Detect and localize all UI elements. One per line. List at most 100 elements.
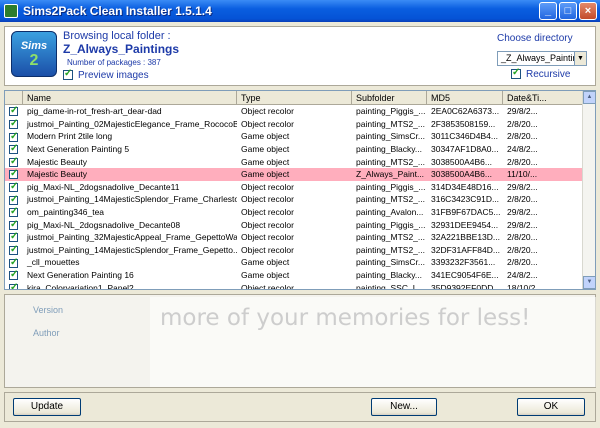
checkbox-icon[interactable] [9, 169, 18, 180]
checkbox-icon[interactable] [9, 144, 18, 155]
table-row[interactable]: kira_Colorvariation1_Panel2 Object recolo… [5, 281, 583, 290]
directory-select[interactable]: _Z_Always_Painting ▼ [497, 51, 587, 66]
cell-md5: 32DF31AFF84D... [431, 244, 500, 255]
checkbox-icon[interactable] [9, 157, 18, 167]
table-row[interactable]: _cll_mouettes Game object painting_SimsCr.… [5, 256, 583, 269]
table-row[interactable]: Next Generation Painting 16 Game object pa… [5, 269, 583, 282]
cell-type: Object recolor [241, 118, 294, 129]
cell-date: 2/8/20... [507, 118, 538, 129]
chevron-down-icon[interactable]: ▼ [574, 52, 586, 65]
checkbox-icon[interactable] [9, 257, 18, 268]
column-header-check[interactable] [5, 91, 23, 105]
cell-md5: 2F3853508159... [431, 118, 496, 129]
new-button[interactable]: New... [371, 398, 437, 416]
scroll-up-icon[interactable]: ▲ [583, 91, 595, 104]
cell-subfolder: painting_MTS2_... [356, 156, 425, 167]
row-checkbox[interactable] [5, 157, 23, 167]
maximize-button[interactable]: □ [559, 2, 577, 20]
row-checkbox[interactable] [5, 194, 23, 205]
checkbox-icon[interactable] [9, 131, 18, 142]
checkbox-icon[interactable] [9, 270, 18, 281]
minimize-button[interactable]: _ [539, 2, 557, 20]
cell-date: 29/8/2... [507, 181, 538, 192]
vertical-scrollbar[interactable]: ▲ ▼ [582, 91, 595, 289]
table-row[interactable]: justmoi_Painting_02MajesticElegance_Fram… [5, 118, 583, 131]
row-checkbox[interactable] [5, 106, 23, 117]
cell-subfolder: painting_MTS2_... [356, 194, 425, 205]
logo-sub: 2 [29, 52, 39, 69]
preview-images-option[interactable]: Preview images [63, 68, 149, 81]
cell-name: pig_dame-in-rot_fresh-art_dear-dad [27, 106, 162, 117]
cell-date: 18/10/2... [507, 282, 543, 290]
cell-name: Next Generation Painting 5 [27, 144, 130, 155]
row-checkbox[interactable] [5, 257, 23, 268]
row-checkbox[interactable] [5, 245, 23, 255]
column-header-date[interactable]: Date&Ti... [503, 91, 583, 105]
table-row[interactable]: Modern Print 2tile long Game object painti… [5, 130, 583, 143]
column-header-md5[interactable]: MD5 [427, 91, 503, 105]
checkbox-icon[interactable] [9, 245, 18, 255]
row-checkbox[interactable] [5, 144, 23, 155]
ok-button[interactable]: OK [517, 398, 585, 416]
checkbox-icon[interactable] [9, 182, 18, 192]
cell-name: pig_Maxi-NL_2dogsnadolive_Decante08 [27, 219, 181, 230]
checkbox-icon[interactable] [9, 106, 18, 117]
table-row[interactable]: justmoi_Painting_14MajesticSplendor_Fram… [5, 244, 583, 257]
row-checkbox[interactable] [5, 169, 23, 180]
checkbox-icon[interactable] [9, 207, 18, 218]
checkbox-icon[interactable] [9, 232, 18, 243]
column-header-subfolder[interactable]: Subfolder [352, 91, 427, 105]
row-checkbox[interactable] [5, 131, 23, 142]
close-button[interactable]: × [579, 2, 597, 20]
cell-date: 2/8/20... [507, 131, 538, 142]
watermark-text: more of your memories for less! [160, 305, 531, 331]
column-header-name[interactable]: Name [23, 91, 237, 105]
cell-type: Object recolor [241, 181, 294, 192]
cell-subfolder: painting_Blacky... [356, 144, 422, 155]
cell-subfolder: painting_MTS2_... [356, 118, 425, 129]
cell-md5: 32931DEE9454... [431, 219, 499, 230]
title-bar: Sims2Pack Clean Installer 1.5.1.4 _ □ × [0, 0, 600, 22]
row-checkbox[interactable] [5, 119, 23, 130]
column-headers: Name Type Subfolder MD5 Date&Ti... [5, 91, 583, 105]
row-checkbox[interactable] [5, 232, 23, 243]
cell-subfolder: painting_Piggis_... [356, 106, 426, 117]
cell-name: om_painting346_tea [27, 207, 105, 218]
cell-type: Object recolor [241, 244, 294, 255]
package-list[interactable]: Name Type Subfolder MD5 Date&Ti... pig_d… [4, 90, 596, 290]
row-checkbox[interactable] [5, 282, 23, 289]
table-row[interactable]: pig_Maxi-NL_2dogsnadolive_Decante08 Objec… [5, 218, 583, 231]
column-header-type[interactable]: Type [237, 91, 352, 105]
version-label: Version [33, 305, 64, 315]
window-title: Sims2Pack Clean Installer 1.5.1.4 [23, 4, 212, 18]
table-row[interactable]: Majestic Beauty Game object Z_Always_Paint… [5, 167, 583, 181]
table-row[interactable]: pig_Maxi-NL_2dogsnadolive_Decante11 Objec… [5, 181, 583, 194]
row-checkbox[interactable] [5, 270, 23, 281]
checkbox-icon[interactable] [9, 194, 18, 205]
preview-images-label: Preview images [78, 70, 149, 81]
row-checkbox[interactable] [5, 207, 23, 218]
table-row[interactable]: justmoi_Painting_14MajesticSplendor_Fram… [5, 193, 583, 206]
table-row[interactable]: pig_dame-in-rot_fresh-art_dear-dad Object… [5, 105, 583, 118]
table-row[interactable]: Majestic Beauty Game object painting_MTS2_… [5, 155, 583, 168]
checkbox-icon[interactable] [9, 220, 18, 230]
cell-type: Game object [241, 144, 290, 155]
row-checkbox[interactable] [5, 220, 23, 230]
recursive-checkbox[interactable] [511, 67, 521, 80]
cell-name: Majestic Beauty [27, 169, 87, 180]
row-checkbox[interactable] [5, 182, 23, 192]
cell-subfolder: painting_Avalon... [356, 207, 424, 218]
cell-md5: 3393232F3561... [431, 257, 496, 268]
table-row[interactable]: om_painting346_tea Object recolor painting… [5, 206, 583, 219]
cell-date: 2/8/20... [507, 232, 538, 243]
cell-name: justmoi_Painting_32MajesticAppeal_Frame_… [27, 232, 237, 243]
preview-images-checkbox[interactable] [63, 68, 73, 81]
folder-name: Z_Always_Paintings [63, 42, 180, 56]
table-row[interactable]: Next Generation Painting 5 Game object pai… [5, 143, 583, 156]
checkbox-icon[interactable] [9, 282, 18, 289]
update-button[interactable]: Update [13, 398, 81, 416]
checkbox-icon[interactable] [9, 119, 18, 130]
recursive-option[interactable]: Recursive [511, 67, 570, 80]
scroll-down-icon[interactable]: ▼ [583, 276, 595, 289]
table-row[interactable]: justmoi_Painting_32MajesticAppeal_Frame_… [5, 231, 583, 244]
